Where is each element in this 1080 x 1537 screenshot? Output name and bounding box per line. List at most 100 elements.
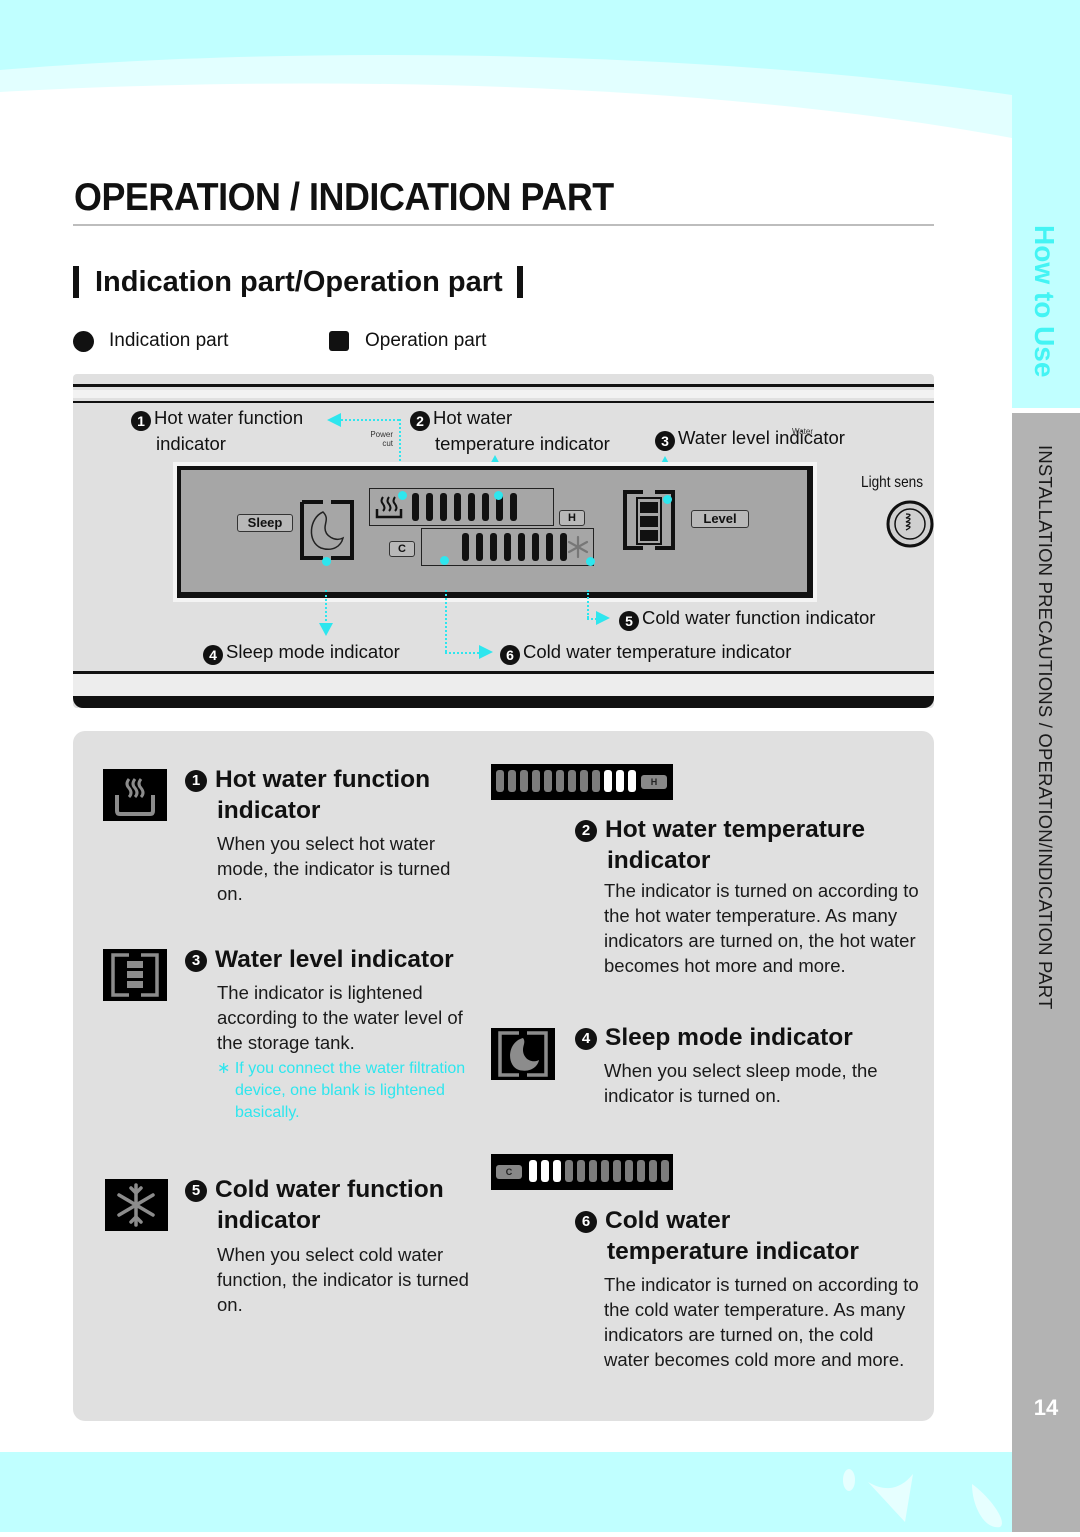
- segment-on: [529, 1160, 537, 1182]
- d1-title: 1 Hot water function indicator: [185, 764, 430, 826]
- temperature-segment: [476, 533, 483, 561]
- segment-off: [637, 1160, 645, 1182]
- arrow-left-icon: [327, 413, 341, 427]
- temperature-segment: [490, 533, 497, 561]
- cold-label: C: [389, 541, 415, 557]
- chapter-label-text: INSTALLATION PRECAUTIONS / OPERATION/IND…: [1035, 445, 1056, 1010]
- segment-off: [613, 1160, 621, 1182]
- callout-text: indicator: [156, 433, 226, 454]
- segment-on: [604, 770, 612, 792]
- indicator-point: [322, 557, 331, 566]
- temperature-segment: [412, 493, 419, 521]
- d2-body: The indicator is turned on according to …: [604, 880, 919, 976]
- sleep-button[interactable]: Sleep: [237, 514, 293, 532]
- callout-sleep-mode: 4 Sleep mode indicator: [203, 639, 400, 665]
- segment-off: [544, 770, 552, 792]
- level-block: [640, 530, 658, 541]
- chapter-label: INSTALLATION PRECAUTIONS / OPERATION/IND…: [1012, 445, 1080, 1065]
- footer-decoration: [0, 1452, 1012, 1532]
- heading-bar-left: [73, 266, 79, 298]
- d3-title: 3 Water level indicator: [185, 944, 454, 975]
- number-badge: 1: [131, 411, 151, 431]
- power-cut-label: Power cut: [370, 430, 393, 448]
- segment-off: [577, 1160, 585, 1182]
- hot-water-steam-icon: [103, 769, 167, 821]
- section-label-text: How to Use: [1029, 225, 1060, 378]
- number-badge: 6: [575, 1211, 597, 1233]
- moon-icon: [491, 1028, 555, 1080]
- water-small-label: Water: [791, 427, 813, 436]
- light-sensor-label: Light sens: [861, 474, 923, 491]
- callout-text: Cold water function indicator: [642, 607, 876, 628]
- level-block: [640, 502, 658, 513]
- d3-note: ∗ If you connect the water filtration de…: [217, 1060, 466, 1121]
- light-sensor-icon: [886, 500, 934, 548]
- temperature-segment: [426, 493, 433, 521]
- callout-text: temperature indicator: [435, 433, 610, 454]
- display-panel: Sleep H C Level: [177, 466, 813, 598]
- circle-icon: [73, 330, 94, 352]
- segment-on: [628, 770, 636, 792]
- arrow-right-icon: [596, 611, 610, 625]
- snowflake-icon: [567, 535, 589, 559]
- level-button[interactable]: Level: [691, 510, 749, 528]
- segment-on: [553, 1160, 561, 1182]
- legend-indication: Indication part: [73, 330, 228, 352]
- page-number: 14: [1033, 1395, 1059, 1420]
- callout-cold-water-temperature: 6 Cold water temperature indicator: [500, 639, 791, 665]
- indicator-point: [494, 491, 503, 500]
- number-badge: 3: [185, 950, 207, 972]
- number-badge: 5: [619, 611, 639, 631]
- temperature-segment: [532, 533, 539, 561]
- d3-body: The indicator is lightened according to …: [217, 982, 463, 1053]
- callout-text: Sleep mode indicator: [226, 641, 400, 662]
- hot-temperature-bar: [369, 488, 554, 526]
- segment-off: [592, 770, 600, 792]
- callout-cold-water-function: 5 Cold water function indicator: [619, 605, 875, 631]
- callout-text: Hot water: [433, 407, 513, 428]
- temperature-segment: [468, 493, 475, 521]
- section-label: How to Use: [1012, 225, 1080, 385]
- panel-edge-bottom: [73, 696, 934, 708]
- temperature-segment: [504, 533, 511, 561]
- number-badge: 4: [575, 1028, 597, 1050]
- header-wave-decoration: [0, 0, 1080, 200]
- segment-off: [508, 770, 516, 792]
- number-badge: 1: [185, 770, 207, 792]
- segment-off: [520, 770, 528, 792]
- number-badge: 2: [575, 820, 597, 842]
- temperature-segment: [518, 533, 525, 561]
- hot-strip-tag: H: [641, 775, 667, 789]
- segment-off: [532, 770, 540, 792]
- square-icon: [329, 331, 349, 351]
- leader-line: [445, 590, 447, 652]
- segment-off: [601, 1160, 609, 1182]
- page-title: OPERATION / INDICATION PART: [74, 176, 614, 219]
- cold-strip-tag: C: [496, 1165, 522, 1179]
- snowflake-icon: [105, 1179, 168, 1231]
- number-badge: 3: [655, 431, 675, 451]
- level-block: [640, 516, 658, 527]
- panel-edge-bottom-highlight: [73, 674, 934, 696]
- callout-text: Hot water function: [154, 407, 304, 428]
- d6-body: The indicator is turned on according to …: [604, 1274, 919, 1370]
- temperature-segment: [482, 493, 489, 521]
- indicator-point: [663, 495, 672, 504]
- hot-temperature-strip: H: [491, 764, 673, 800]
- legend-operation: Operation part: [329, 330, 486, 352]
- callout-water-level: 3 Water level indicator: [655, 425, 845, 451]
- segment-off: [661, 1160, 669, 1182]
- water-drops-icon: [843, 1469, 1002, 1528]
- number-badge: 6: [500, 645, 520, 665]
- indicator-point: [440, 556, 449, 565]
- arrow-right-icon: [479, 645, 493, 659]
- segment-off: [580, 770, 588, 792]
- heading-bar-right: [516, 266, 523, 298]
- callout-text: Water level indicator: [678, 427, 845, 448]
- segment-off: [589, 1160, 597, 1182]
- section-heading: Indication part/Operation part: [73, 262, 523, 302]
- arrow-down-icon: [319, 623, 333, 636]
- panel-edge-top: [73, 384, 934, 387]
- legend-operation-label: Operation part: [365, 330, 487, 351]
- control-panel-diagram: 1 Hot water function indicator Power cut 2…: [73, 374, 934, 708]
